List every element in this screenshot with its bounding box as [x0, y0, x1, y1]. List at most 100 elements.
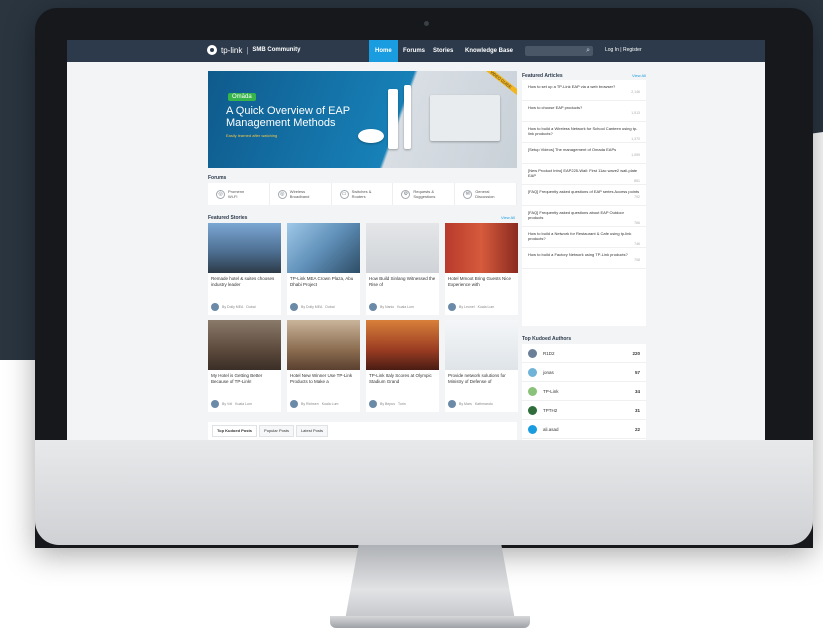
tab-top-kudoed-posts[interactable]: Top Kudoed Posts	[212, 425, 258, 437]
access-point-image	[388, 89, 398, 149]
author-row[interactable]: TPTH2 31	[522, 401, 646, 420]
article-views: 766	[634, 221, 640, 225]
nav-forums[interactable]: Forums	[397, 40, 431, 62]
router-icon: ▭	[339, 189, 349, 199]
stories-heading: Featured Stories	[208, 215, 248, 221]
story-card[interactable]: TP-Link Italy Scores at Olympic Stadium …	[366, 320, 439, 412]
article-item[interactable]: How to build a Network for Restaurant & …	[522, 227, 646, 248]
story-author: By Leonel	[459, 305, 475, 309]
article-views: 851	[634, 179, 640, 183]
article-title: How to set up a TP-Link EAP via a web br…	[528, 84, 616, 89]
article-title: [FAQ] Frequently asked questions about E…	[528, 210, 624, 220]
author-name: TPTH2	[543, 407, 558, 413]
article-item[interactable]: How to set up a TP-Link EAP via a web br…	[522, 80, 646, 101]
hero-banner[interactable]: Omāda A Quick Overview of EAP Management…	[208, 71, 517, 168]
author-name: jonas	[543, 369, 554, 375]
author-score: 57	[634, 369, 640, 375]
story-caption: Hotel Mmoot Bring Guests Nice Experience…	[448, 276, 512, 287]
story-caption: Hotel New Winner Use TP-Link Products to…	[290, 373, 353, 384]
story-caption: How Build Sinlang Witnessed the Rise of	[369, 276, 436, 287]
story-location: Kuala Lum	[321, 402, 339, 406]
tab-popular-posts[interactable]: Popular Posts	[259, 425, 294, 437]
monitor-base	[330, 616, 530, 628]
article-item[interactable]: How to choose EAP products? 1,513	[522, 101, 646, 122]
author-score: 22	[634, 426, 640, 432]
author-row[interactable]: R1D2 220	[522, 344, 646, 363]
story-card[interactable]: TP-Link MEA Crown Plaza, Abu Dhabi Proje…	[287, 223, 360, 315]
article-title: How to build a Wireless Network for Scho…	[528, 126, 638, 136]
article-title: How to choose EAP products?	[528, 105, 583, 110]
article-item[interactable]: How to build a Factory Network using TP-…	[522, 248, 646, 269]
author-row[interactable]: TP-Link 34	[522, 382, 646, 401]
stories-view-all-link[interactable]: View All	[501, 215, 515, 220]
camera-icon	[424, 21, 429, 26]
access-point-image	[404, 85, 411, 149]
author-name: ali.asad	[543, 426, 559, 432]
story-location: Kathmandu	[474, 402, 493, 406]
suggestion-icon: ⚙	[401, 189, 411, 199]
article-item[interactable]: How to build a Wireless Network for Scho…	[522, 122, 646, 143]
article-item[interactable]: [FAQ] Frequently asked questions of EAP …	[522, 185, 646, 206]
forum-item[interactable]: ✉ General Discussion	[455, 183, 517, 205]
forums-heading: Forums	[208, 175, 227, 181]
nav-stories[interactable]: Stories	[427, 40, 459, 62]
story-caption: Remade hotel & suites chooses industry l…	[211, 276, 275, 287]
featured-articles-list: How to set up a TP-Link EAP via a web br…	[522, 80, 646, 326]
article-views: 1,513	[631, 111, 640, 115]
search-icon[interactable]: ⌕	[586, 47, 590, 55]
story-author: By Mars	[459, 402, 472, 406]
avatar	[528, 424, 537, 434]
article-views: 708	[634, 258, 640, 262]
avatar	[448, 303, 456, 311]
article-item[interactable]: [FAQ] Frequently asked questions about E…	[522, 206, 646, 227]
avatar	[528, 348, 537, 358]
story-author: By Richsen	[301, 402, 319, 406]
nav-knowledge-base[interactable]: Knowledge Base	[459, 40, 519, 62]
story-location: Kuala Lum	[397, 305, 414, 309]
story-author: By Nanio	[380, 305, 395, 309]
article-item[interactable]: [Setup Videos] The management of Omada E…	[522, 143, 646, 164]
story-caption: My Hotel is Getting Better Because of TP…	[211, 373, 263, 384]
search-input[interactable]: ⌕	[525, 46, 593, 56]
articles-view-all-link[interactable]: View All	[632, 73, 646, 78]
story-caption: TP-Link Italy Scores at Olympic Stadium …	[369, 373, 432, 384]
register-link[interactable]: Register	[623, 47, 642, 53]
story-author: By Dolly MEA	[222, 305, 244, 309]
article-title: [Setup Videos] The management of Omada E…	[528, 147, 617, 152]
article-title: [New Product Intro] EAP225-Wall: First 1…	[528, 168, 638, 178]
avatar	[369, 303, 377, 311]
avatar	[528, 386, 537, 396]
story-location: Dubai	[246, 305, 256, 309]
story-card[interactable]: Provide network solutions for Ministry o…	[445, 320, 518, 412]
hero-subtitle: Easily learned after watching	[226, 133, 278, 138]
featured-articles-heading: Featured Articles	[522, 73, 563, 79]
site-logo[interactable]: tp-link | SMB Community	[207, 45, 300, 55]
forum-sub: Discussion	[475, 194, 495, 199]
story-card[interactable]: Hotel Mmoot Bring Guests Nice Experience…	[445, 223, 518, 315]
nav-home[interactable]: Home	[369, 40, 398, 62]
story-card[interactable]: Hotel New Winner Use TP-Link Products to…	[287, 320, 360, 412]
author-row[interactable]: jonas 57	[522, 363, 646, 382]
article-views: 746	[634, 242, 640, 246]
story-card[interactable]: My Hotel is Getting Better Because of TP…	[208, 320, 281, 412]
forum-item[interactable]: ▭ Switches & Routers	[332, 183, 394, 205]
tab-latest-posts[interactable]: Latest Posts	[295, 425, 328, 437]
story-card[interactable]: How Build Sinlang Witnessed the Rise of …	[366, 223, 439, 315]
avatar	[528, 405, 537, 415]
story-card[interactable]: Remade hotel & suites chooses industry l…	[208, 223, 281, 315]
forum-sub: Suggestions	[413, 194, 436, 199]
broadband-icon: ◎	[277, 189, 287, 199]
author-row[interactable]: ali.asad 22	[522, 420, 646, 439]
forum-item[interactable]: ◎ Wireless Broadband	[270, 183, 332, 205]
discussion-icon: ✉	[463, 189, 473, 199]
avatar	[448, 400, 456, 408]
kudoed-authors-list: R1D2 220 jonas 57 TP-Link 34 TPTH2 31 ali.as…	[522, 344, 646, 440]
forum-item[interactable]: ⚙ Requests & Suggestions	[393, 183, 456, 205]
login-link[interactable]: Log In	[605, 47, 619, 53]
story-image	[287, 320, 360, 370]
community-name: SMB Community	[252, 47, 301, 53]
forum-item[interactable]: ◎ Promenn Wi-Fi	[208, 183, 270, 205]
screen: tp-link | SMB Community Home Forums Stor…	[67, 40, 765, 440]
room-photo	[430, 95, 500, 141]
article-item[interactable]: [New Product Intro] EAP225-Wall: First 1…	[522, 164, 646, 185]
